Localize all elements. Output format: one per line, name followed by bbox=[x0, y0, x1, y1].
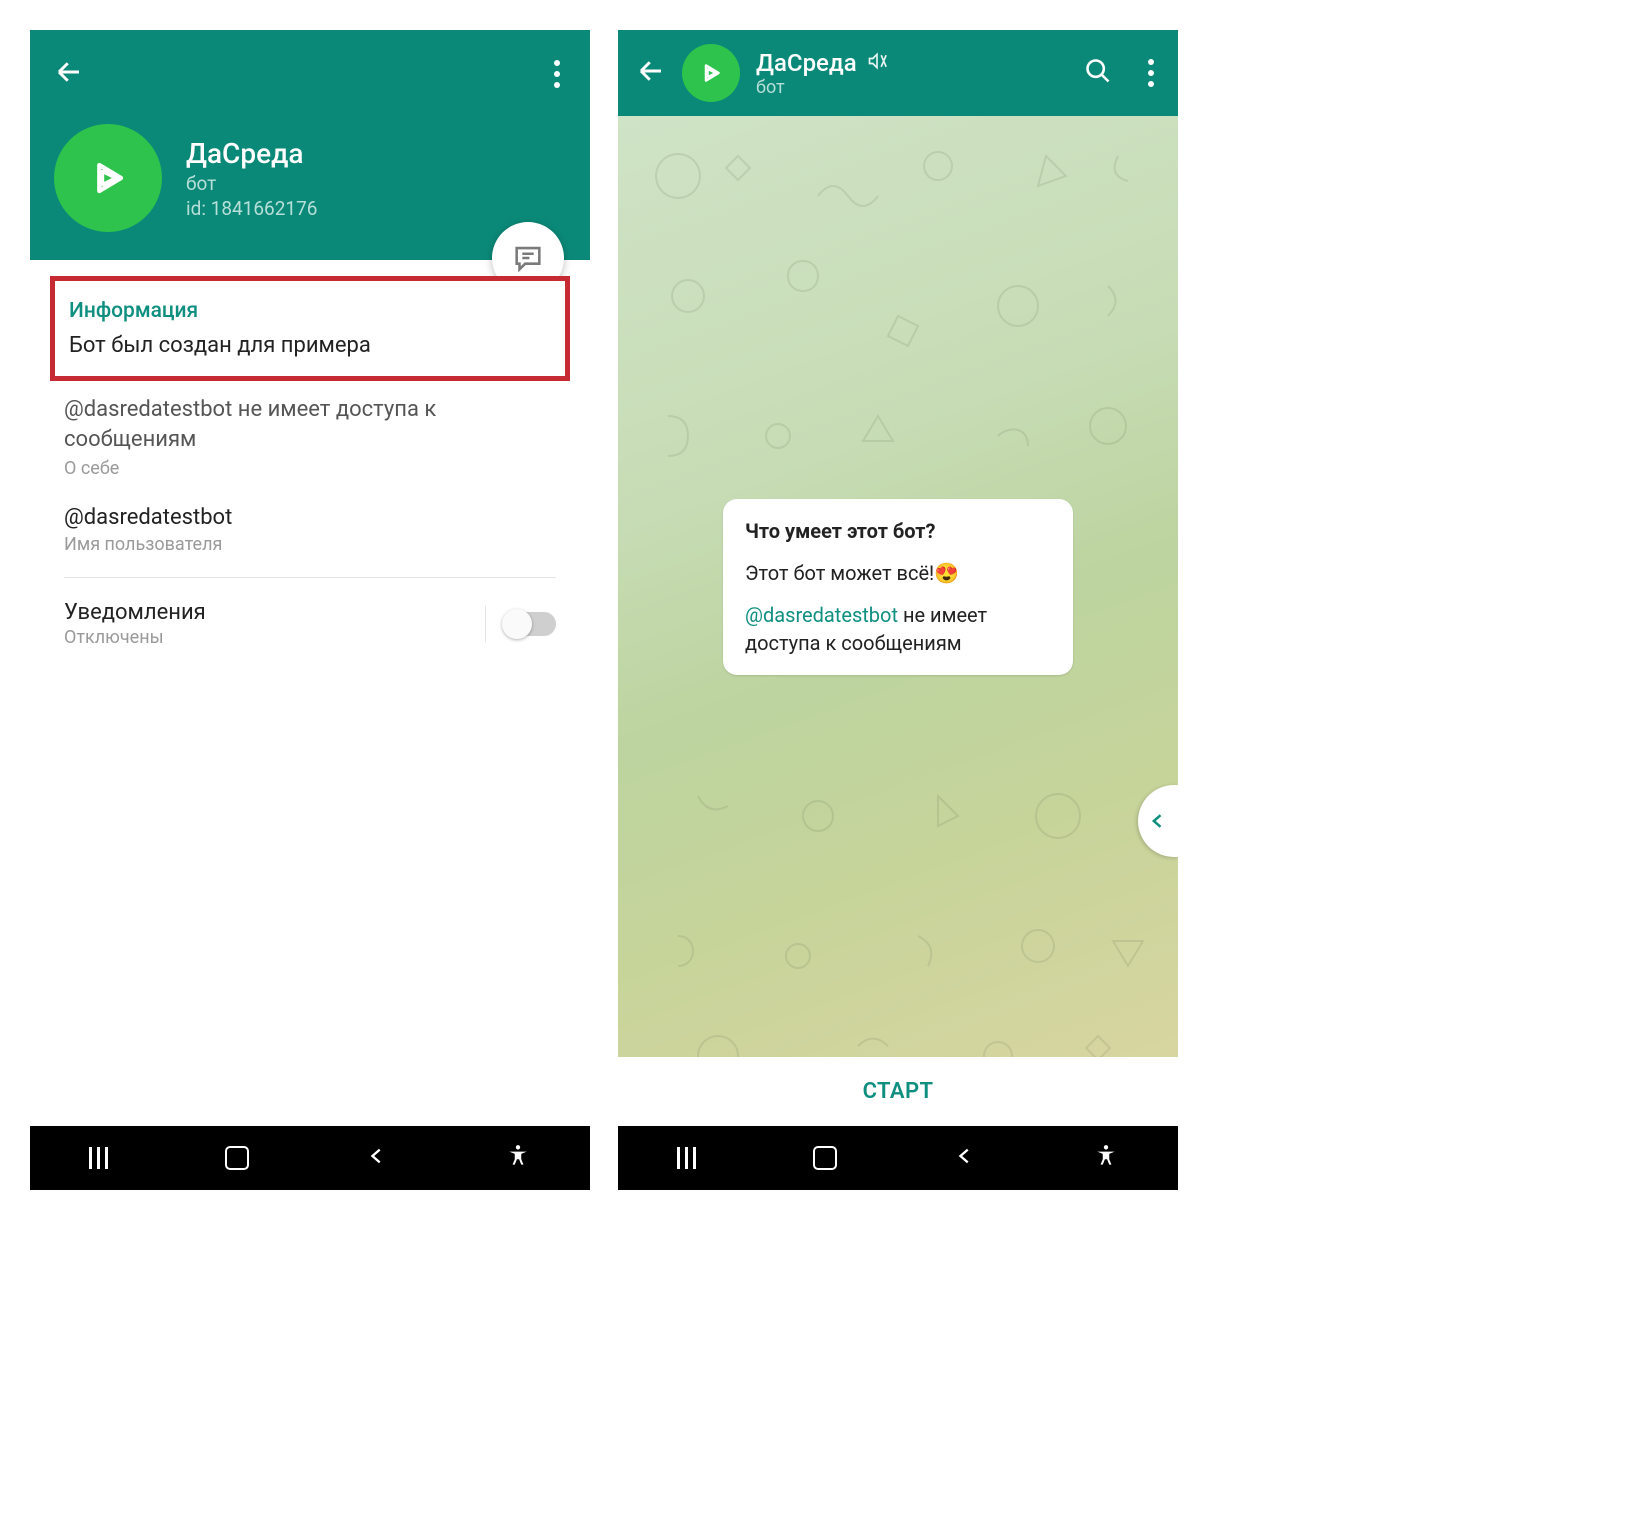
chat-name: ДаСреда bbox=[756, 49, 857, 77]
access-sublabel: О себе bbox=[64, 458, 556, 479]
username-sublabel: Имя пользователя bbox=[64, 534, 556, 555]
profile-body: @dasredatestbot не имеет доступа к сообщ… bbox=[30, 381, 590, 658]
back-button[interactable] bbox=[636, 56, 666, 90]
notifications-status: Отключены bbox=[64, 627, 206, 648]
start-bar: СТАРТ bbox=[618, 1057, 1178, 1126]
nav-back-button[interactable] bbox=[954, 1145, 976, 1171]
chat-subtitle: бот bbox=[756, 77, 1068, 98]
android-navbar bbox=[618, 1126, 1178, 1190]
start-button[interactable]: СТАРТ bbox=[618, 1079, 1178, 1104]
chat-header: ДаСреда бот bbox=[618, 30, 1178, 116]
profile-texts: ДаСреда бот id: 1841662176 bbox=[186, 137, 317, 220]
notifications-title: Уведомления bbox=[64, 600, 206, 625]
chat-background: Что умеет этот бот? Этот бот может всё!😍… bbox=[618, 116, 1178, 1057]
nav-back-button[interactable] bbox=[366, 1145, 388, 1171]
profile-subtitle: бот bbox=[186, 172, 317, 195]
profile-name: ДаСреда bbox=[186, 137, 317, 170]
bubble-access-line: @dasredatestbot не имеет доступа к сообщ… bbox=[745, 601, 1051, 657]
search-button[interactable] bbox=[1084, 57, 1112, 89]
nav-recent-button[interactable] bbox=[89, 1147, 108, 1169]
heart-eyes-emoji-icon: 😍 bbox=[934, 561, 959, 585]
info-description: Бот был создан для примера bbox=[69, 333, 551, 358]
profile-header: ДаСреда бот id: 1841662176 bbox=[30, 30, 590, 260]
vertical-divider bbox=[485, 606, 486, 642]
access-text: @dasredatestbot не имеет доступа к сообщ… bbox=[64, 395, 556, 454]
info-heading: Информация bbox=[69, 299, 551, 323]
bubble-body: Этот бот может всё!😍 bbox=[745, 559, 1051, 587]
avatar[interactable] bbox=[54, 124, 162, 232]
bot-info-bubble: Что умеет этот бот? Этот бот может всё!😍… bbox=[723, 499, 1073, 675]
chat-title-area[interactable]: ДаСреда бот bbox=[756, 49, 1068, 98]
divider bbox=[64, 577, 556, 578]
profile-row: ДаСреда бот id: 1841662176 bbox=[54, 124, 566, 232]
info-highlight-box: Информация Бот был создан для примера bbox=[50, 276, 570, 381]
nav-home-button[interactable] bbox=[813, 1146, 837, 1170]
nav-recent-button[interactable] bbox=[677, 1147, 696, 1169]
avatar[interactable] bbox=[682, 44, 740, 102]
topbar bbox=[54, 52, 566, 96]
chat-screen: ДаСреда бот bbox=[618, 30, 1178, 1190]
side-scroll-tab[interactable] bbox=[1138, 785, 1178, 857]
back-button[interactable] bbox=[54, 57, 84, 91]
username-value: @dasredatestbot bbox=[64, 505, 556, 530]
profile-screen: ДаСреда бот id: 1841662176 Информация Бо… bbox=[30, 30, 590, 1190]
more-menu-button[interactable] bbox=[1142, 53, 1160, 93]
username-row[interactable]: @dasredatestbot Имя пользователя bbox=[64, 505, 556, 555]
bubble-heading: Что умеет этот бот? bbox=[745, 517, 1051, 545]
notifications-toggle[interactable] bbox=[504, 612, 556, 636]
muted-icon bbox=[867, 51, 887, 75]
bubble-body-text: Этот бот может всё! bbox=[745, 561, 934, 585]
access-mention: @dasredatestbot bbox=[64, 397, 232, 422]
android-navbar bbox=[30, 1126, 590, 1190]
bubble-mention: @dasredatestbot bbox=[745, 603, 898, 627]
nav-home-button[interactable] bbox=[225, 1146, 249, 1170]
nav-accessibility-button[interactable] bbox=[1093, 1143, 1119, 1173]
notifications-row[interactable]: Уведомления Отключены bbox=[64, 600, 556, 658]
profile-id: id: 1841662176 bbox=[186, 197, 317, 220]
more-menu-button[interactable] bbox=[548, 54, 566, 94]
nav-accessibility-button[interactable] bbox=[505, 1143, 531, 1173]
